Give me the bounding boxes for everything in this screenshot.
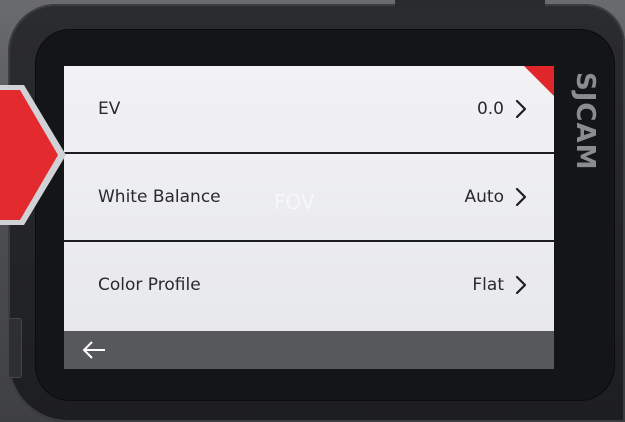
menu-item-right: 0.0	[477, 99, 528, 119]
side-button[interactable]	[8, 318, 22, 378]
menu-item-label: Color Profile	[98, 275, 201, 295]
menu-item-color-profile[interactable]: Color Profile Flat	[64, 242, 554, 328]
camera-top-edge	[395, 0, 545, 12]
back-button[interactable]	[74, 331, 114, 369]
bottom-nav-bar	[64, 331, 554, 369]
menu-item-label: EV	[98, 99, 121, 119]
menu-item-right: Flat	[472, 275, 528, 295]
menu-item-right: Auto	[465, 187, 528, 207]
menu-item-value: Auto	[464, 187, 504, 207]
camera-scene: SJCAM EV 0.0 White Balance Auto FOV Colo…	[0, 0, 625, 422]
chevron-right-icon	[515, 99, 527, 119]
camera-screen: EV 0.0 White Balance Auto FOV Color Prof…	[64, 66, 554, 369]
chevron-right-icon	[515, 187, 527, 207]
menu-item-ev[interactable]: EV 0.0	[64, 66, 554, 152]
menu-item-white-balance[interactable]: White Balance Auto	[64, 154, 554, 240]
arrow-left-icon	[82, 341, 105, 359]
menu-item-value: Flat	[472, 275, 504, 295]
chevron-right-icon	[515, 275, 527, 295]
menu-item-label: White Balance	[98, 187, 221, 207]
pointer-arrow-icon	[0, 85, 66, 225]
brand-logo: SJCAM	[570, 72, 600, 170]
menu-item-value: 0.0	[476, 99, 504, 119]
brand-logo-text: SJCAM	[570, 72, 600, 170]
